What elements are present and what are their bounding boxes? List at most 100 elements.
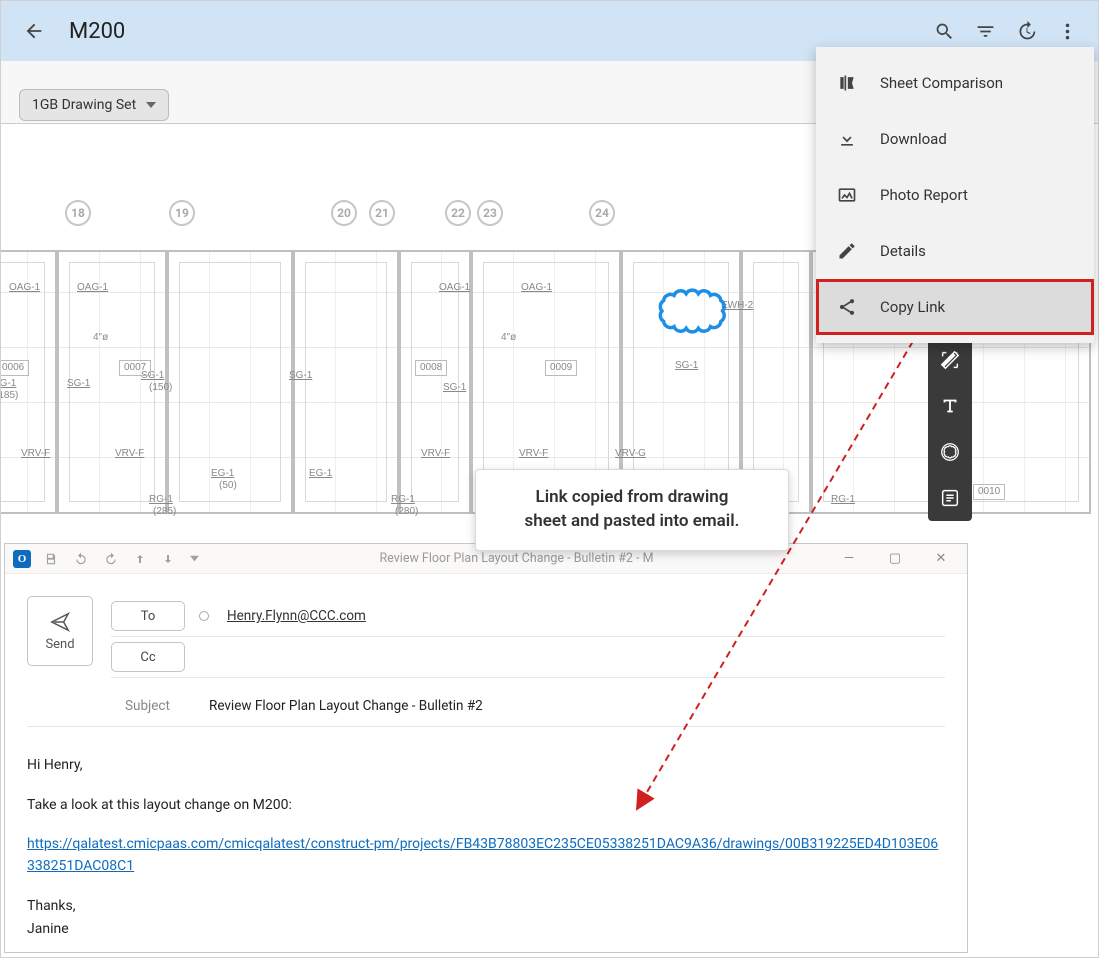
menu-photo-report[interactable]: Photo Report <box>816 167 1094 223</box>
send-label: Send <box>45 637 74 652</box>
history-icon[interactable] <box>1006 13 1047 50</box>
outlook-compose-window: O Review Floor Plan Layout Change - Bull… <box>4 543 968 953</box>
tooltip-text: sheet and pasted into email. <box>496 510 768 534</box>
room-code: 0009 <box>545 360 577 376</box>
gridline-marker: 22 <box>445 200 471 226</box>
dim-label: (280) <box>395 506 418 517</box>
compare-icon <box>836 73 858 93</box>
cc-button[interactable]: Cc <box>111 642 185 672</box>
send-icon <box>49 611 71 633</box>
equip-label: SG-1 <box>443 382 466 394</box>
send-button[interactable]: Send <box>27 596 93 666</box>
equip-label: SG-1 <box>289 370 312 382</box>
redo-icon[interactable] <box>101 550 121 568</box>
menu-sheet-comparison[interactable]: Sheet Comparison <box>816 55 1094 111</box>
close-button[interactable]: ✕ <box>923 551 959 566</box>
menu-download[interactable]: Download <box>816 111 1094 167</box>
dim-label: (185) <box>1 390 18 402</box>
menu-item-label: Copy Link <box>880 298 945 316</box>
equip-label: VRV-F <box>21 448 50 460</box>
filter-icon[interactable] <box>965 13 1006 50</box>
equip-label: VRV-G <box>615 448 646 460</box>
outlook-logo-icon: O <box>13 550 31 568</box>
equip-label: OAG-1 <box>77 282 108 294</box>
cloud-tool-icon[interactable] <box>928 429 972 475</box>
dim-label: (50) <box>219 480 237 492</box>
up-arrow-icon[interactable] <box>131 551 149 567</box>
text-tool-icon[interactable] <box>928 383 972 429</box>
equip-label: OAG-1 <box>9 282 40 294</box>
page-title: M200 <box>69 19 125 44</box>
download-icon <box>836 129 858 149</box>
equip-label: SG-1 <box>67 378 90 390</box>
pasted-link[interactable]: https://qalatest.cmicpaas.com/cmicqalate… <box>27 836 938 874</box>
subject-label: Subject <box>125 698 185 714</box>
to-button[interactable]: To <box>111 601 185 631</box>
maximize-button[interactable]: ▢ <box>877 551 913 566</box>
dim-label: (150) <box>149 382 172 394</box>
to-recipient[interactable]: Henry.Flynn@CCC.com <box>227 608 366 624</box>
body-signature: Janine <box>27 919 945 941</box>
actions-menu: Sheet Comparison Download Photo Report D… <box>816 47 1094 343</box>
gridline-marker: 21 <box>369 200 395 226</box>
dim-label: 4"ø <box>93 332 108 344</box>
minimize-button[interactable]: — <box>831 551 867 566</box>
gridline-marker: 20 <box>331 200 357 226</box>
gridline-marker: 23 <box>477 200 503 226</box>
message-body[interactable]: Hi Henry, Take a look at this layout cha… <box>27 727 945 941</box>
menu-copy-link[interactable]: Copy Link <box>816 279 1094 335</box>
note-tool-icon[interactable] <box>928 475 972 521</box>
equip-label: EG-1 <box>309 468 332 480</box>
save-icon[interactable] <box>41 550 61 568</box>
body-greeting: Hi Henry, <box>27 755 945 777</box>
equip-label: OAG-1 <box>521 282 552 294</box>
equip-label: RG-1 <box>149 494 173 506</box>
room-code: 0006 <box>1 360 29 376</box>
markup-toolbar <box>928 337 972 521</box>
window-title: Review Floor Plan Layout Change - Bullet… <box>212 551 821 566</box>
annotation-tooltip: Link copied from drawing sheet and paste… <box>475 469 789 551</box>
menu-details[interactable]: Details <box>816 223 1094 279</box>
equip-label: SG-1 <box>675 360 698 372</box>
undo-icon[interactable] <box>71 550 91 568</box>
tooltip-text: Link copied from drawing <box>496 486 768 510</box>
measure-tool-icon[interactable] <box>928 337 972 383</box>
pencil-icon <box>836 241 858 261</box>
search-icon[interactable] <box>924 13 965 50</box>
chevron-down-icon <box>146 102 156 108</box>
more-menu-icon[interactable] <box>1047 13 1088 50</box>
menu-item-label: Sheet Comparison <box>880 74 1003 92</box>
room-code: 0008 <box>415 360 447 376</box>
menu-item-label: Photo Report <box>880 186 968 204</box>
menu-item-label: Download <box>880 130 947 148</box>
equip-label: VRV-F <box>519 448 548 460</box>
dim-label: (285) <box>153 506 176 517</box>
equip-label: SG-1 <box>1 378 16 390</box>
back-button[interactable] <box>15 12 53 50</box>
equip-label: VRV-F <box>115 448 144 460</box>
equip-label: EG-1 <box>211 468 234 480</box>
image-icon <box>836 185 858 205</box>
gridline-marker: 24 <box>589 200 615 226</box>
body-thanks: Thanks, <box>27 896 945 918</box>
drawing-set-label: 1GB Drawing Set <box>32 97 136 113</box>
subject-field[interactable]: Review Floor Plan Layout Change - Bullet… <box>209 698 483 714</box>
drawing-set-selector[interactable]: 1GB Drawing Set <box>19 89 169 121</box>
room-code: 0010 <box>973 484 1005 500</box>
revision-cloud-markup[interactable] <box>655 285 733 333</box>
dim-label: 4"ø <box>501 332 516 344</box>
menu-item-label: Details <box>880 242 926 260</box>
body-line: Take a look at this layout change on M20… <box>27 795 945 817</box>
gridline-marker: 18 <box>65 200 91 226</box>
down-arrow-icon[interactable] <box>159 551 177 567</box>
compose-area: Send To Henry.Flynn@CCC.com Cc Subject R… <box>5 574 967 952</box>
equip-label: VRV-F <box>421 448 450 460</box>
share-icon <box>836 297 858 317</box>
equip-label: RG-1 <box>391 494 415 506</box>
equip-label: RG-1 <box>831 494 855 506</box>
gridline-marker: 19 <box>169 200 195 226</box>
room-code: 0007 <box>119 360 151 376</box>
dropdown-icon[interactable] <box>187 552 202 565</box>
presence-indicator <box>199 611 209 621</box>
equip-label: OAG-1 <box>439 282 470 294</box>
